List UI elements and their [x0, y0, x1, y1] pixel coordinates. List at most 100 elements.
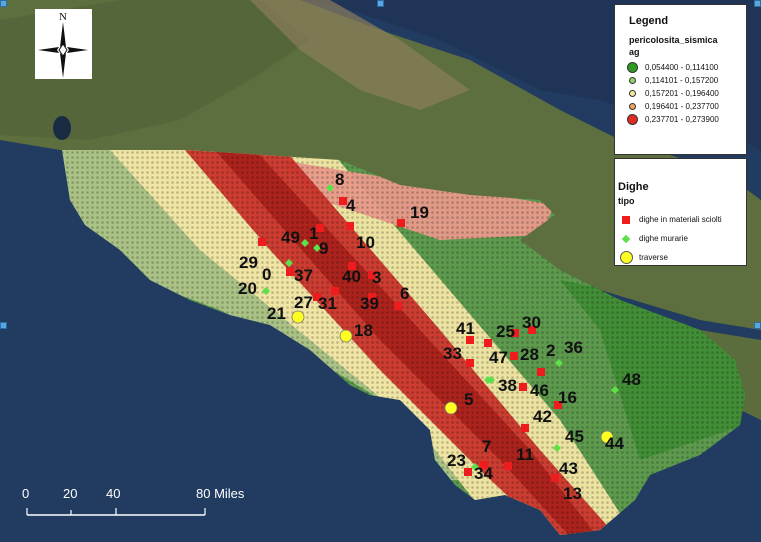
- legend-dam-row: dighe murarie: [619, 229, 746, 248]
- dam-marker-square-icon[interactable]: [394, 302, 402, 310]
- dam-label: 6: [400, 284, 409, 303]
- selection-handle-left[interactable]: [0, 322, 7, 329]
- legend-dams-items: dighe in materiali sciolti dighe murarie t…: [619, 210, 746, 267]
- selection-handle-top-right[interactable]: [754, 0, 761, 7]
- dam-label: 25: [496, 322, 515, 341]
- north-arrow: N: [35, 9, 92, 79]
- dam-label: 42: [533, 407, 552, 426]
- legend-title: Legend: [629, 15, 669, 27]
- legend-dams-field: tipo: [618, 196, 635, 206]
- dam-marker-square-icon[interactable]: [484, 339, 492, 347]
- north-arrow-icon: N: [38, 11, 88, 78]
- legend-dams: Dighe tipo dighe in materiali sciolti dig…: [614, 158, 747, 266]
- legend-dot-icon: [625, 103, 639, 110]
- dam-label: 45: [565, 427, 584, 446]
- dam-marker-square-icon[interactable]: [258, 238, 266, 246]
- dam-marker-square-icon[interactable]: [510, 352, 518, 360]
- dam-label: 36: [564, 338, 583, 357]
- dam-marker-square-icon[interactable]: [537, 368, 545, 376]
- legend-dam-row: traverse: [619, 248, 746, 267]
- square-marker-icon: [619, 215, 633, 224]
- legend-dot-icon: [625, 90, 639, 97]
- north-letter: N: [59, 11, 67, 23]
- legend-dam-row: dighe in materiali sciolti: [619, 210, 746, 229]
- scale-tick-0: 0: [22, 486, 29, 501]
- lake: [53, 116, 71, 140]
- dam-label: 7: [482, 437, 491, 456]
- legend-class-row: 0,114101 - 0,157200: [625, 74, 746, 87]
- dam-label: 43: [559, 459, 578, 478]
- legend-class-row: 0,054400 - 0,114100: [625, 61, 746, 74]
- dam-label: 31: [318, 294, 337, 313]
- legend-class-label: 0,157201 - 0,196400: [645, 89, 719, 98]
- dam-label: 28: [520, 345, 539, 364]
- legend-dot-icon: [625, 77, 639, 84]
- dam-label: 13: [563, 484, 582, 503]
- dam-label: 21: [267, 304, 286, 323]
- scale-tick-40: 40: [106, 486, 120, 501]
- legend-dam-label: dighe in materiali sciolti: [639, 215, 722, 224]
- dam-label: 46: [530, 381, 549, 400]
- dam-label: 23: [447, 451, 466, 470]
- legend-dot-icon: [625, 114, 639, 125]
- dam-label: 27: [294, 293, 313, 312]
- legend-seismic-classes: 0,054400 - 0,114100 0,114101 - 0,157200 0,…: [625, 61, 746, 126]
- dam-label: 48: [622, 370, 641, 389]
- dam-marker-square-icon[interactable]: [519, 383, 527, 391]
- scale-tick-20: 20: [63, 486, 77, 501]
- legend-dams-title: Dighe: [618, 181, 649, 193]
- legend-class-row: 0,237701 - 0,273900: [625, 113, 746, 126]
- dam-label: 40: [342, 267, 361, 286]
- dam-label: 19: [410, 203, 429, 222]
- dam-marker-circle-icon[interactable]: [291, 310, 305, 324]
- legend-class-label: 0,196401 - 0,237700: [645, 102, 719, 111]
- dam-label: 2: [546, 341, 555, 360]
- selection-handle-top[interactable]: [377, 0, 384, 7]
- legend-seismic: Legend pericolosita_sismica ag 0,054400 …: [614, 4, 747, 155]
- legend-class-label: 0,054400 - 0,114100: [645, 63, 719, 72]
- dam-marker-square-icon[interactable]: [551, 474, 559, 482]
- dam-label: 34: [474, 464, 493, 483]
- dam-label: 29: [239, 253, 258, 272]
- dam-marker-square-icon[interactable]: [466, 359, 474, 367]
- diamond-marker-icon: [619, 234, 633, 243]
- legend-dam-label: dighe murarie: [639, 234, 688, 243]
- dam-label: 5: [464, 390, 473, 409]
- legend-dot-icon: [625, 62, 639, 73]
- legend-class-label: 0,114101 - 0,157200: [645, 76, 719, 85]
- dam-marker-square-icon[interactable]: [521, 424, 529, 432]
- dam-label: 30: [522, 313, 541, 332]
- dam-label: 16: [558, 388, 577, 407]
- selection-handle-right[interactable]: [754, 322, 761, 329]
- dam-label: 10: [356, 233, 375, 252]
- dam-marker-circle-icon[interactable]: [444, 401, 458, 415]
- dam-label: 18: [354, 321, 373, 340]
- dam-label: 11: [516, 445, 534, 464]
- dam-label: 39: [360, 294, 379, 313]
- dam-label: 4: [346, 196, 356, 215]
- dam-label: 37: [294, 266, 313, 285]
- dam-marker-square-icon[interactable]: [286, 268, 294, 276]
- dam-label: 49: [281, 228, 300, 247]
- circle-marker-icon: [619, 251, 633, 264]
- dam-label: 20: [238, 279, 257, 298]
- dam-marker-circle-icon[interactable]: [339, 329, 353, 343]
- dam-marker-square-icon[interactable]: [504, 462, 512, 470]
- dam-label: 9: [319, 239, 328, 258]
- dam-label: 47: [489, 348, 508, 367]
- dam-marker-square-icon[interactable]: [397, 219, 405, 227]
- legend-class-row: 0,157201 - 0,196400: [625, 87, 746, 100]
- legend-field-name: ag: [629, 47, 640, 57]
- dam-label: 41: [456, 319, 475, 338]
- dam-label: 38: [498, 376, 517, 395]
- dam-label: 1: [309, 224, 318, 243]
- dam-label: 44: [605, 434, 624, 453]
- legend-class-label: 0,237701 - 0,273900: [645, 115, 719, 124]
- legend-class-row: 0,196401 - 0,237700: [625, 100, 746, 113]
- dam-marker-square-icon[interactable]: [346, 222, 354, 230]
- dam-label: 0: [262, 265, 271, 284]
- legend-layer-name: pericolosita_sismica: [629, 35, 718, 45]
- selection-handle-top-left[interactable]: [0, 0, 7, 7]
- dam-label: 33: [443, 344, 462, 363]
- dam-label: 3: [372, 268, 381, 287]
